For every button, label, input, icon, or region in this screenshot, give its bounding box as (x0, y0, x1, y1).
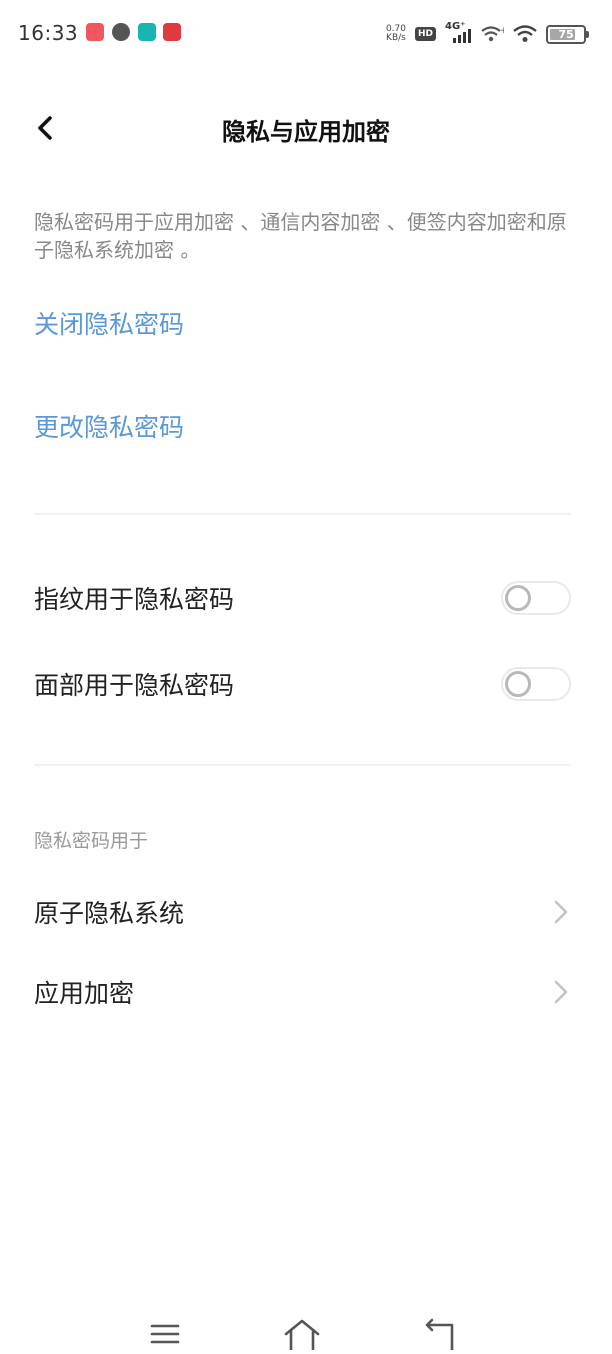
app-notification-icon-4 (163, 23, 181, 41)
battery-level: 75 (558, 27, 574, 41)
menu-icon (150, 1324, 180, 1344)
usage-section-title: 隐私密码用于 (34, 830, 149, 852)
divider (34, 513, 571, 515)
list-item-label: 应用加密 (34, 979, 135, 1008)
face-toggle[interactable] (501, 667, 571, 701)
status-indicators: 0.70 KB/s HD 4G⁺ + 75 (386, 21, 589, 46)
divider (34, 764, 571, 766)
status-time: 16:33 (18, 21, 79, 45)
privacy-password-description: 隐私密码用于应用加密 、通信内容加密 、便签内容加密和原子隐私系统加密 。 (34, 210, 567, 262)
app-notification-icon-2 (112, 23, 130, 41)
face-row: 面部用于隐私密码 (34, 654, 571, 714)
back-arrow-icon (425, 1318, 454, 1352)
wifi-icon (513, 25, 537, 42)
page-title: 隐私与应用加密 (222, 118, 390, 146)
system-nav-bar (0, 1310, 612, 1352)
home-icon (284, 1319, 320, 1352)
back-nav-button[interactable] (420, 1316, 460, 1352)
close-password-link[interactable]: 关闭隐私密码 (34, 305, 184, 341)
face-label: 面部用于隐私密码 (34, 671, 235, 700)
list-item-atomic-privacy[interactable]: 原子隐私系统 (34, 882, 571, 942)
wifi-calling-icon: + (481, 26, 504, 42)
menu-button[interactable] (145, 1316, 185, 1350)
app-notification-icon-3 (138, 23, 156, 41)
svg-text:+: + (500, 26, 504, 36)
net-speed-unit: KB/s (386, 33, 406, 43)
cellular-signal-icon: 4G⁺ (445, 21, 471, 44)
toggle-knob (505, 671, 531, 697)
chevron-right-icon (554, 980, 568, 1004)
hd-badge: HD (414, 27, 436, 41)
home-button[interactable] (282, 1316, 322, 1352)
battery-icon: 75 (546, 24, 589, 44)
page-header: 隐私与应用加密 (0, 90, 612, 166)
status-bar: 16:33 0.70 KB/s HD 4G⁺ + 75 (0, 0, 612, 66)
fingerprint-toggle[interactable] (501, 581, 571, 615)
fingerprint-label: 指纹用于隐私密码 (34, 585, 235, 614)
toggle-knob (505, 585, 531, 611)
app-notification-icon-1 (86, 23, 104, 41)
list-item-app-encryption[interactable]: 应用加密 (34, 962, 571, 1022)
chevron-right-icon (554, 900, 568, 924)
list-item-label: 原子隐私系统 (34, 899, 185, 928)
fingerprint-row: 指纹用于隐私密码 (34, 568, 571, 628)
net-speed: 0.70 KB/s (386, 25, 406, 43)
change-password-link[interactable]: 更改隐私密码 (34, 408, 184, 444)
